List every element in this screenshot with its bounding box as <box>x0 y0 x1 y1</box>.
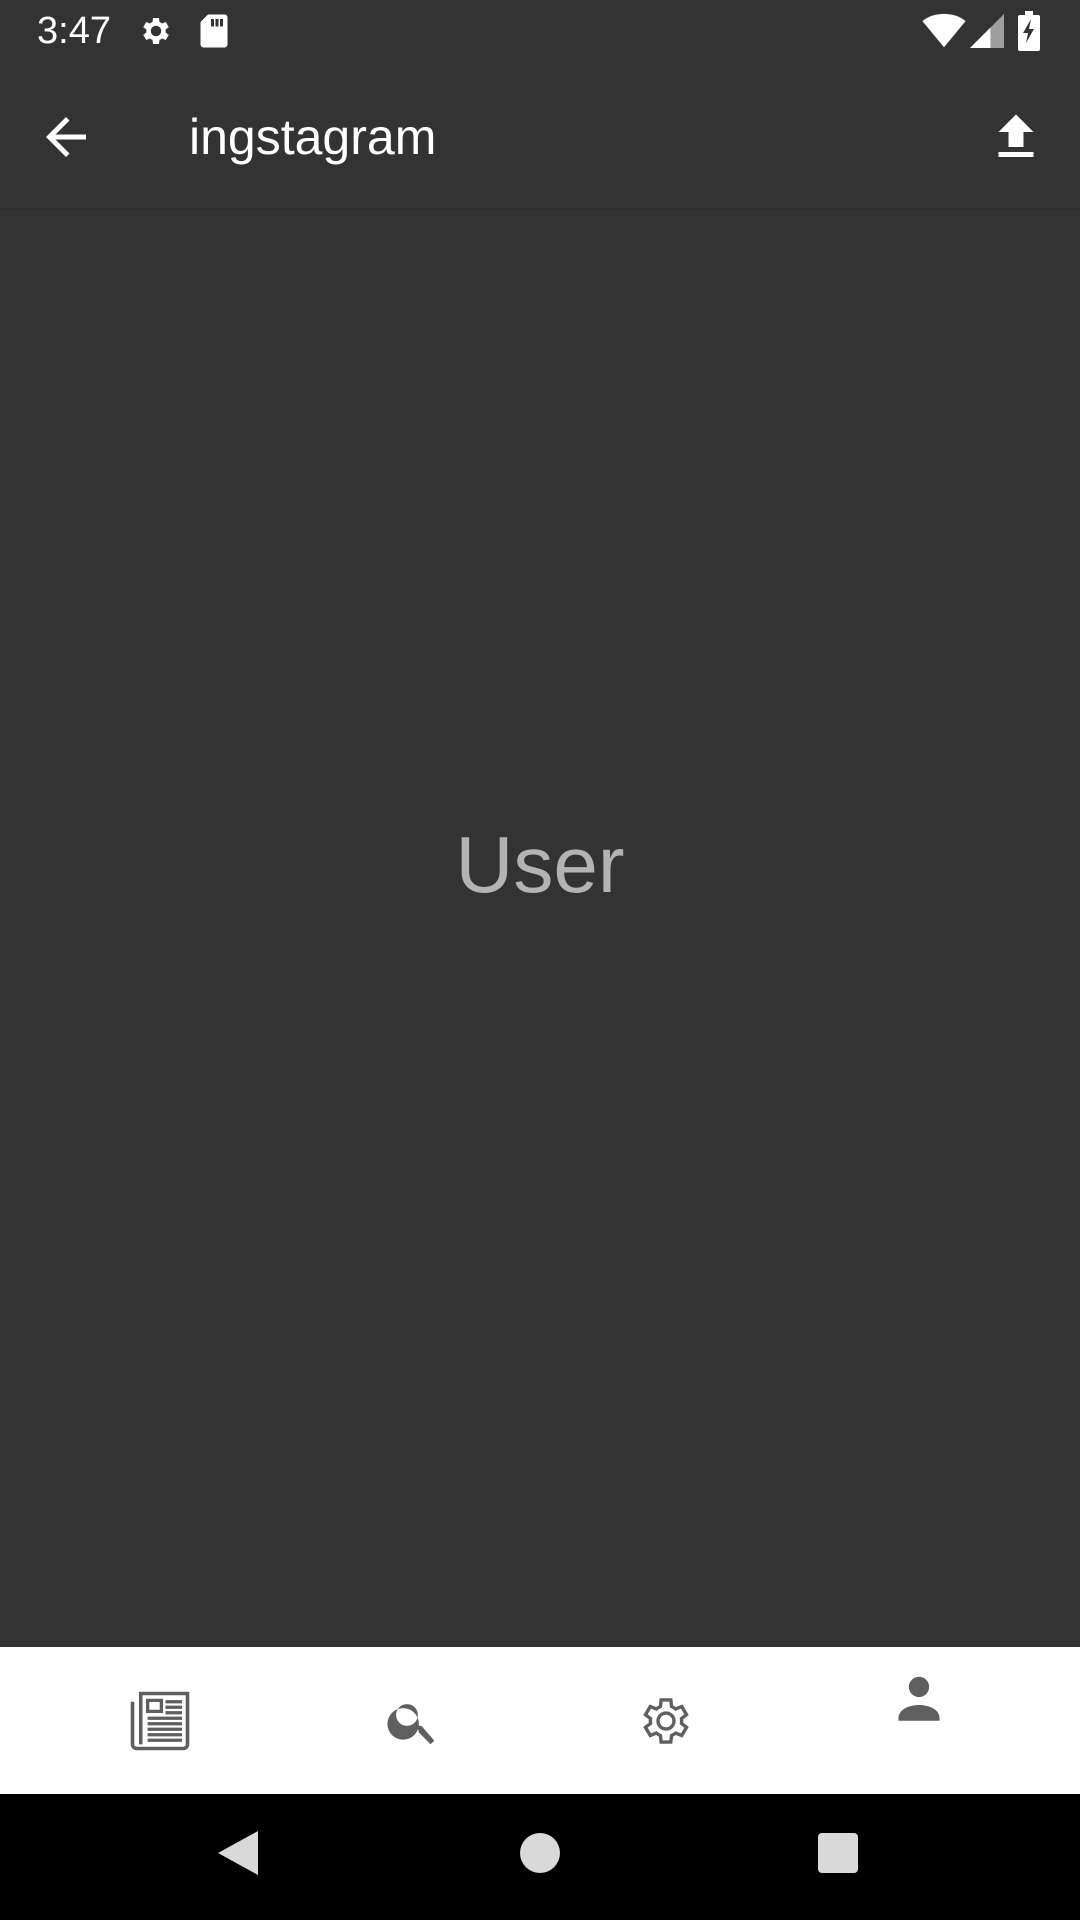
upload-icon <box>986 114 1046 171</box>
system-navigation-bar <box>0 1794 1080 1920</box>
nav-item-settings[interactable] <box>539 1647 793 1794</box>
nav-item-feed[interactable] <box>33 1647 287 1794</box>
recents-square-icon <box>818 1832 858 1878</box>
screen-label: User <box>455 820 625 909</box>
system-recents-button[interactable] <box>803 1820 873 1890</box>
wifi-icon <box>922 13 966 49</box>
system-back-button[interactable] <box>203 1820 273 1890</box>
battery-charging-icon <box>1017 11 1041 51</box>
nav-item-search[interactable] <box>286 1647 540 1794</box>
nav-item-profile[interactable] <box>792 1647 1046 1794</box>
search-icon <box>384 1692 442 1750</box>
cell-signal-icon <box>970 13 1004 49</box>
screen: 3:47 ingstagram User <box>0 0 1080 1920</box>
newspaper-icon <box>127 1688 193 1754</box>
person-icon <box>890 1670 948 1728</box>
back-triangle-icon <box>216 1829 260 1882</box>
system-home-button[interactable] <box>505 1820 575 1890</box>
upload-button[interactable] <box>986 107 1046 167</box>
settings-icon <box>138 13 174 49</box>
sd-card-icon <box>199 13 229 49</box>
status-bar: 3:47 <box>0 0 1080 63</box>
arrow-back-icon <box>36 117 96 171</box>
status-time: 3:47 <box>37 10 111 52</box>
back-button[interactable] <box>36 107 96 167</box>
main-content: User <box>0 210 1080 1647</box>
page-title: ingstagram <box>189 109 437 165</box>
gear-icon <box>637 1692 695 1750</box>
app-bar: ingstagram <box>0 63 1080 210</box>
bottom-navigation <box>0 1647 1080 1794</box>
home-circle-icon <box>520 1832 560 1878</box>
